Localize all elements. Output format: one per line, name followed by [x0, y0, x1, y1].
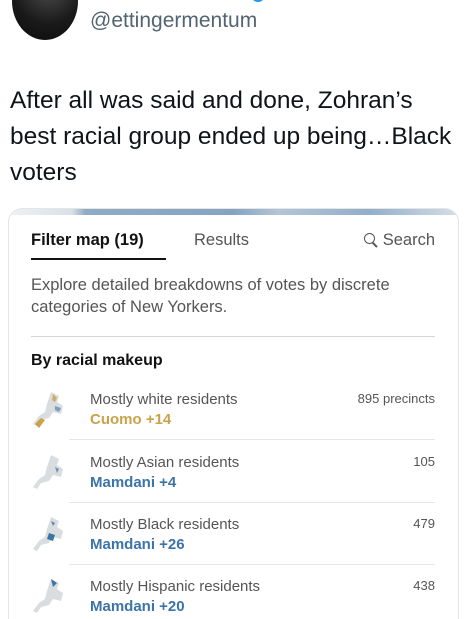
row-count: 105: [413, 454, 435, 469]
nyc-map-icon: [33, 517, 63, 551]
divider: [31, 336, 435, 337]
row-count: 438: [413, 578, 435, 593]
user-handle[interactable]: @ettingermentum: [90, 9, 257, 33]
row-label: Mostly white residents: [90, 391, 238, 408]
embedded-screenshot[interactable]: Filter map (19) Results Search Explore d…: [8, 208, 459, 619]
tab-search[interactable]: Search: [363, 231, 435, 250]
row-margin: Mamdani +4: [90, 474, 177, 491]
search-icon: [363, 233, 375, 244]
avatar[interactable]: [12, 0, 78, 40]
verified-badge-icon: [251, 0, 265, 2]
row-margin: Mamdani +26: [90, 536, 185, 553]
row-divider: [69, 502, 435, 503]
row-label: Mostly Black residents: [90, 516, 240, 533]
row-divider: [69, 564, 435, 565]
tab-filter-map[interactable]: Filter map (19): [31, 231, 144, 250]
row-count: 895 precincts: [357, 391, 435, 406]
display-name-cropped: [92, 0, 242, 8]
row-divider: [69, 439, 435, 440]
row-label: Mostly Asian residents: [90, 454, 240, 471]
section-title: By racial makeup: [31, 352, 163, 369]
row-margin: Cuomo +14: [90, 411, 172, 428]
row-label: Mostly Hispanic residents: [90, 578, 261, 595]
nyc-map-icon: [33, 579, 63, 613]
tab-search-label: Search: [382, 231, 435, 249]
row-count: 479: [413, 516, 435, 531]
tweet-text: After all was said and done, Zohran’s be…: [10, 87, 452, 186]
active-tab-indicator: [31, 258, 166, 260]
tab-results[interactable]: Results: [194, 231, 249, 250]
filter-row-hispanic[interactable]: Mostly Hispanic residents Mamdani +20 43…: [31, 574, 435, 619]
row-margin: Mamdani +20: [90, 598, 185, 615]
map-strip: [9, 209, 458, 215]
nyc-map-icon: [33, 455, 63, 489]
filter-description: Explore detailed breakdowns of votes by …: [31, 276, 390, 316]
nyc-map-icon: [33, 392, 63, 428]
